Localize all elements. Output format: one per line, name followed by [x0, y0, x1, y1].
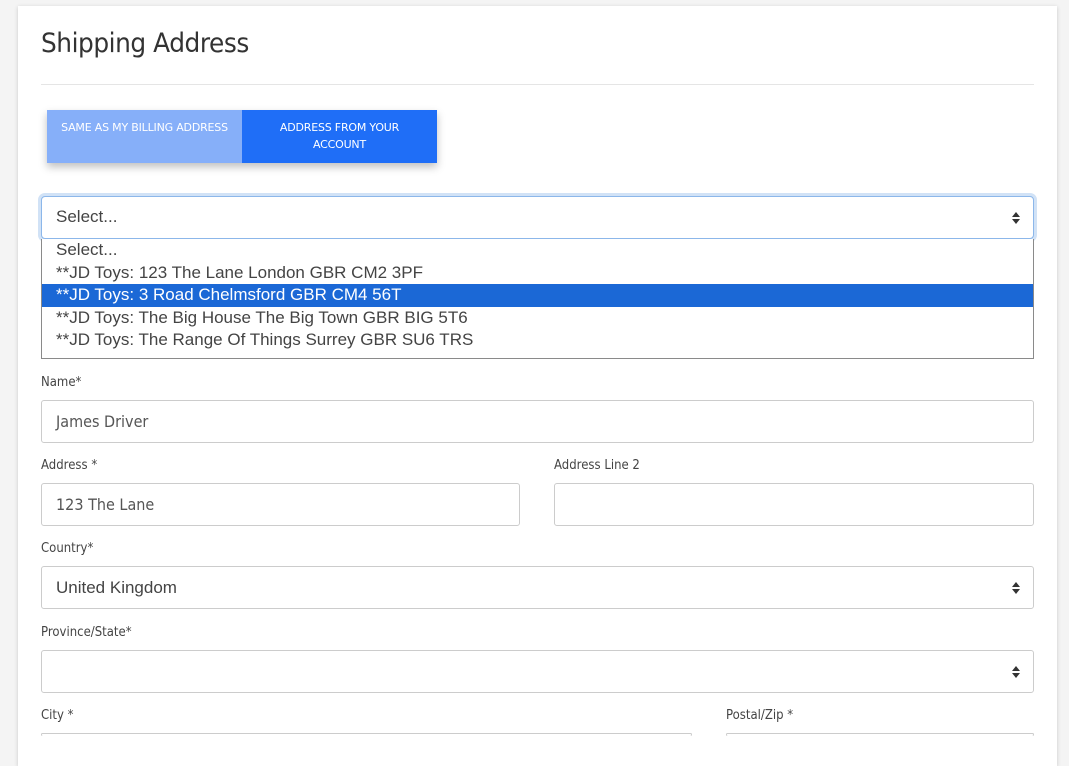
city-label: City *	[41, 708, 74, 723]
address-from-account-button[interactable]: ADDRESS FROM YOUR ACCOUNT	[242, 110, 437, 163]
country-select-value: United Kingdom	[56, 578, 177, 597]
dropdown-option-highlighted[interactable]: **JD Toys: 3 Road Chelmsford GBR CM4 56T	[42, 284, 1033, 307]
section-title: Shipping Address	[41, 28, 249, 59]
saved-address-select-value: Select...	[56, 207, 118, 226]
dropdown-option[interactable]: **JD Toys: The Range Of Things Surrey GB…	[42, 329, 1033, 352]
name-field[interactable]: James Driver	[41, 400, 1034, 443]
select-arrows-icon	[1012, 581, 1020, 594]
province-select[interactable]	[41, 650, 1034, 693]
select-arrows-icon	[1012, 211, 1020, 224]
dropdown-option[interactable]: **JD Toys: 123 The Lane London GBR CM2 3…	[42, 262, 1033, 285]
address-label: Address *	[41, 458, 98, 473]
postal-label: Postal/Zip *	[726, 708, 794, 723]
divider	[41, 84, 1034, 85]
name-field-value: James Driver	[56, 412, 149, 431]
address-line2-field[interactable]	[554, 483, 1034, 526]
country-select[interactable]: United Kingdom	[41, 566, 1034, 609]
address-field[interactable]: 123 The Lane	[41, 483, 520, 526]
dropdown-option[interactable]: Select...	[42, 239, 1033, 262]
address-field-value: 123 The Lane	[56, 495, 155, 514]
select-arrows-icon	[1012, 665, 1020, 678]
country-label: Country*	[41, 541, 94, 556]
province-label: Province/State*	[41, 625, 132, 640]
saved-address-dropdown-list: Select... **JD Toys: 123 The Lane London…	[41, 239, 1034, 359]
address-source-toggle: SAME AS MY BILLING ADDRESS ADDRESS FROM …	[47, 110, 437, 163]
dropdown-option[interactable]: **JD Toys: The Big House The Big Town GB…	[42, 307, 1033, 330]
saved-address-select[interactable]: Select...	[41, 196, 1034, 239]
address-line2-label: Address Line 2	[554, 458, 640, 473]
same-as-billing-button[interactable]: SAME AS MY BILLING ADDRESS	[47, 110, 242, 163]
name-label: Name*	[41, 375, 82, 390]
